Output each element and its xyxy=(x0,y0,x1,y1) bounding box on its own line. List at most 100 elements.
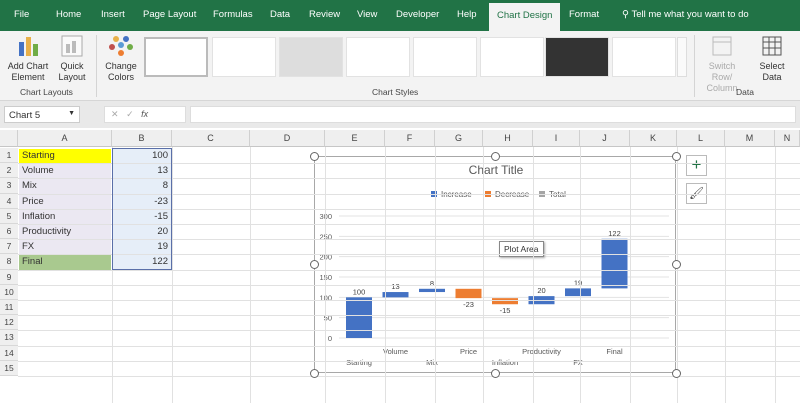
divider xyxy=(96,35,97,97)
grid-line xyxy=(630,147,631,403)
chart-style-4[interactable] xyxy=(346,37,410,77)
data-label: 13 xyxy=(391,282,399,291)
chart-style-6[interactable] xyxy=(480,37,544,77)
formula-bar-area: Chart 5 ▼ ✕ ✓ fx xyxy=(0,101,800,128)
cell-A2[interactable]: Volume xyxy=(19,164,111,179)
row-header-13[interactable]: 13 xyxy=(0,330,18,346)
chart-title: Chart Title xyxy=(469,163,524,177)
insert-function-icon[interactable]: fx xyxy=(141,109,148,119)
select-data-button[interactable]: Select Data xyxy=(752,34,792,83)
row-header-9[interactable]: 9 xyxy=(0,269,18,285)
styles-scroll[interactable] xyxy=(677,37,687,77)
row-header-15[interactable]: 15 xyxy=(0,360,18,376)
row-header-8[interactable]: 8 xyxy=(0,254,18,270)
column-header-C[interactable]: C xyxy=(172,130,250,147)
column-header-D[interactable]: D xyxy=(250,130,325,147)
tab-format[interactable]: Format xyxy=(569,9,599,20)
cell-A7[interactable]: FX xyxy=(19,240,111,255)
grid-line xyxy=(533,147,534,403)
tab-formulas[interactable]: Formulas xyxy=(213,9,253,20)
column-header-J[interactable]: J xyxy=(580,130,630,147)
data-label: 122 xyxy=(608,229,621,238)
tab-insert[interactable]: Insert xyxy=(101,9,125,20)
row-header-5[interactable]: 5 xyxy=(0,208,18,224)
cell-A4[interactable]: Price xyxy=(19,194,111,209)
tab-file[interactable]: File xyxy=(14,9,29,20)
chart-style-8[interactable] xyxy=(612,37,676,77)
select-all-corner[interactable] xyxy=(0,130,18,147)
row-header-4[interactable]: 4 xyxy=(0,193,18,209)
resize-handle[interactable] xyxy=(671,259,681,269)
formula-input[interactable] xyxy=(190,106,796,123)
column-header-H[interactable]: H xyxy=(483,130,533,147)
chart-style-1[interactable] xyxy=(144,37,208,77)
x-tick-label: Mix xyxy=(426,358,438,367)
resize-handle[interactable] xyxy=(671,368,681,378)
change-colors-button[interactable]: Change Colors xyxy=(101,34,141,83)
row-header-3[interactable]: 3 xyxy=(0,178,18,194)
tab-help[interactable]: Help xyxy=(457,9,477,20)
column-header-I[interactable]: I xyxy=(533,130,580,147)
column-header-M[interactable]: M xyxy=(725,130,775,147)
column-header-F[interactable]: F xyxy=(385,130,435,147)
ribbon: Add Chart Element Quick Layout Chart Lay… xyxy=(0,31,800,101)
chart-style-3[interactable] xyxy=(279,37,343,77)
row-header-14[interactable]: 14 xyxy=(0,345,18,361)
chart-style-2[interactable] xyxy=(212,37,276,77)
name-box[interactable]: Chart 5 ▼ xyxy=(4,106,80,123)
tab-home[interactable]: Home xyxy=(56,9,81,20)
cell-A1[interactable]: Starting xyxy=(19,149,111,164)
chart[interactable]: Chart TitleIncreaseDecreaseTotal05010015… xyxy=(314,156,676,373)
tab-data[interactable]: Data xyxy=(270,9,290,20)
column-header-L[interactable]: L xyxy=(677,130,725,147)
row-header-11[interactable]: 11 xyxy=(0,300,18,316)
row-header-7[interactable]: 7 xyxy=(0,239,18,255)
select-data-icon xyxy=(762,36,782,56)
row-header-2[interactable]: 2 xyxy=(0,163,18,179)
column-header-N[interactable]: N xyxy=(775,130,800,147)
tab-chart-design[interactable]: Chart Design xyxy=(489,3,561,31)
column-header-B[interactable]: B xyxy=(112,130,172,147)
bar-volume xyxy=(382,292,409,298)
tab-review[interactable]: Review xyxy=(309,9,340,20)
cell-A8[interactable]: Final xyxy=(19,255,111,270)
resize-handle[interactable] xyxy=(309,368,319,378)
cell-A5[interactable]: Inflation xyxy=(19,209,111,224)
row-header-10[interactable]: 10 xyxy=(0,284,18,300)
column-header-K[interactable]: K xyxy=(630,130,677,147)
grid-line xyxy=(580,147,581,403)
column-header-E[interactable]: E xyxy=(325,130,385,147)
tab-view[interactable]: View xyxy=(357,9,377,20)
tab-developer[interactable]: Developer xyxy=(396,9,439,20)
enter-icon[interactable]: ✓ xyxy=(126,109,134,119)
x-tick-label: Price xyxy=(460,347,477,356)
data-label: -15 xyxy=(500,306,511,315)
chart-style-7[interactable] xyxy=(545,37,609,77)
tell-me-search[interactable]: ⚲ Tell me what you want to do xyxy=(622,9,749,20)
grid-line xyxy=(250,147,251,403)
chart-elements-button[interactable]: + xyxy=(686,155,707,176)
tab-page-layout[interactable]: Page Layout xyxy=(143,9,196,20)
resize-handle[interactable] xyxy=(671,151,681,161)
column-header-G[interactable]: G xyxy=(435,130,483,147)
switch-row-column-button[interactable]: Switch Row/ Column xyxy=(698,34,746,94)
column-header-A[interactable]: A xyxy=(18,130,112,147)
resize-handle[interactable] xyxy=(309,151,319,161)
cancel-icon[interactable]: ✕ xyxy=(111,109,119,119)
resize-handle[interactable] xyxy=(490,151,500,161)
x-tick-label: Volume xyxy=(383,347,408,356)
add-chart-element-button[interactable]: Add Chart Element xyxy=(4,34,52,83)
quick-layout-button[interactable]: Quick Layout xyxy=(54,34,90,83)
chart-style-5[interactable] xyxy=(413,37,477,77)
row-header-12[interactable]: 12 xyxy=(0,315,18,331)
formula-buttons: ✕ ✓ fx xyxy=(104,106,186,123)
cell-A3[interactable]: Mix xyxy=(19,179,111,194)
row-header-6[interactable]: 6 xyxy=(0,224,18,240)
x-tick-label: Inflation xyxy=(492,358,518,367)
cell-A6[interactable]: Productivity xyxy=(19,225,111,240)
y-tick-label: 0 xyxy=(328,334,332,343)
resize-handle[interactable] xyxy=(309,259,319,269)
resize-handle[interactable] xyxy=(490,368,500,378)
row-header-1[interactable]: 1 xyxy=(0,148,18,164)
grid-line xyxy=(18,315,800,317)
